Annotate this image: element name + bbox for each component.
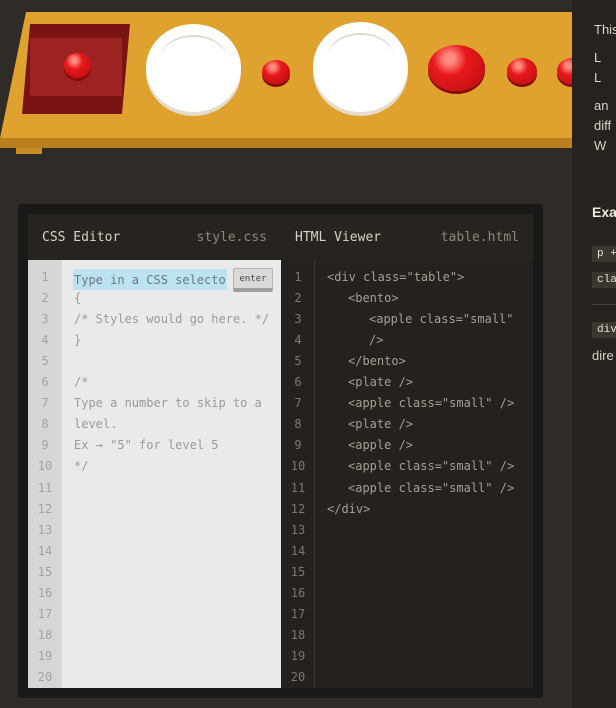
line-number: 15 <box>37 564 53 579</box>
line-number: 14 <box>37 543 53 558</box>
line-number: 6 <box>41 375 49 390</box>
line-number: 19 <box>37 648 53 663</box>
small-apple-in-bento[interactable] <box>64 53 91 78</box>
example-code: div <box>592 322 616 338</box>
line-number: 4 <box>41 333 49 348</box>
line-number: 4 <box>294 333 302 348</box>
css-code-line: /* <box>74 375 89 390</box>
divider <box>592 304 616 305</box>
editor-container: CSS Editor style.css HTML Viewer table.h… <box>18 204 543 698</box>
css-line-gutter: 1 2 3 4 5 6 7 8 9 10 11 12 13 14 15 16 17 18 19 20 <box>28 260 62 688</box>
html-code-line[interactable]: </bento> <box>348 354 406 368</box>
plate-2[interactable] <box>313 22 408 112</box>
game-scene <box>0 0 616 186</box>
html-viewer-header: HTML Viewer table.html <box>281 214 533 260</box>
small-apple-1[interactable] <box>262 60 290 84</box>
css-editor-pane: 1234567891011121314151617181920 enter {/… <box>28 260 281 688</box>
css-editor-header: CSS Editor style.css <box>28 214 281 260</box>
line-number: 12 <box>290 501 306 516</box>
line-number: 16 <box>37 585 53 600</box>
line-number: 3 <box>41 312 49 327</box>
css-code-line: */ <box>74 459 89 474</box>
html-line-gutter: 1 2 3 4 5 6 7 8 9 10 11 12 13 14 15 16 17 18 19 20 <box>281 260 315 688</box>
line-number: 12 <box>37 501 53 516</box>
line-number: 15 <box>290 564 306 579</box>
line-number: 3 <box>294 312 302 327</box>
instruction-text-line: dire <box>592 348 614 363</box>
line-number: 10 <box>290 459 306 474</box>
line-number: 17 <box>37 606 53 621</box>
line-number: 1 <box>41 270 49 284</box>
html-code-line[interactable]: <plate /> <box>348 375 413 389</box>
instruction-text-line: diff <box>594 118 612 133</box>
line-number: 9 <box>41 438 49 453</box>
html-code-line[interactable]: <div class="table"> <box>327 270 464 284</box>
line-number: 14 <box>290 543 306 558</box>
line-number: 17 <box>290 606 306 621</box>
line-number: 13 <box>290 522 306 537</box>
line-number: 18 <box>290 627 306 642</box>
css-code-line: Ex → "5" for level 5 <box>74 438 219 453</box>
html-viewer-pane: 1 2 3 4 5 6 7 8 9 10 11 12 13 14 15 16 17 18 19 20 <div cla… <box>281 260 533 688</box>
html-code-line[interactable]: <apple class="small" <box>369 312 514 326</box>
html-code-line[interactable]: /> <box>369 333 383 347</box>
line-number: 2 <box>294 291 302 306</box>
css-editor-title: CSS Editor <box>42 229 121 245</box>
plate-1[interactable] <box>146 24 241 112</box>
line-number: 9 <box>294 438 302 453</box>
html-code-line[interactable]: <apple class="small" /> <box>348 396 514 410</box>
css-code-line: level. <box>74 417 118 432</box>
line-number: 10 <box>37 459 53 474</box>
instruction-text-line: an <box>594 98 609 113</box>
line-number: 11 <box>37 480 53 495</box>
line-number: 7 <box>41 396 49 411</box>
html-code-line[interactable]: </div> <box>327 502 370 516</box>
html-code-line[interactable]: <bento> <box>348 291 399 305</box>
instruction-text-line: L <box>594 50 602 65</box>
line-number: 11 <box>290 480 306 495</box>
html-code-line[interactable]: <apple /> <box>348 438 413 452</box>
css-code-line: { <box>74 291 82 306</box>
html-code-line[interactable]: <plate /> <box>348 417 413 431</box>
line-number: 19 <box>290 648 306 663</box>
css-editor-filename: style.css <box>196 229 267 245</box>
line-number: 1 <box>294 270 302 284</box>
line-number: 20 <box>37 669 53 684</box>
line-number: 7 <box>294 396 302 411</box>
line-number: 16 <box>290 585 306 600</box>
html-viewer-title: HTML Viewer <box>295 229 382 245</box>
html-code-line[interactable]: <apple class="small" /> <box>348 481 514 495</box>
line-number: 6 <box>294 375 302 390</box>
small-apple-2[interactable] <box>507 58 537 84</box>
css-selector-input[interactable] <box>73 269 227 290</box>
enter-button[interactable]: enter <box>233 268 273 292</box>
line-number: 5 <box>41 354 49 369</box>
line-number: 20 <box>290 669 306 684</box>
css-code-line: /* Styles would go here. */ <box>74 312 270 327</box>
instruction-text-line: L <box>594 70 602 85</box>
instructions-panel: This L L an diff W Exa p + cla div dire <box>572 0 616 708</box>
html-code-line[interactable]: <apple class="small" /> <box>348 459 514 473</box>
line-number: 2 <box>41 291 49 306</box>
example-code: p + <box>592 246 616 262</box>
css-code-line: Type a number to skip to a <box>74 396 262 411</box>
instruction-text-line: W <box>594 138 607 153</box>
table-edge <box>0 138 616 148</box>
line-number: 8 <box>41 417 49 432</box>
apple-large[interactable] <box>428 45 485 91</box>
html-viewer-filename: table.html <box>440 229 519 245</box>
line-number: 13 <box>37 522 53 537</box>
line-number: 5 <box>294 354 302 369</box>
line-number: 18 <box>37 627 53 642</box>
examples-heading: Exa <box>592 204 616 220</box>
line-number: 8 <box>294 417 302 432</box>
css-code-line: } <box>74 333 82 348</box>
example-code: cla <box>592 272 616 288</box>
instruction-text-line: This <box>594 22 616 37</box>
table-leg-left <box>16 148 42 154</box>
